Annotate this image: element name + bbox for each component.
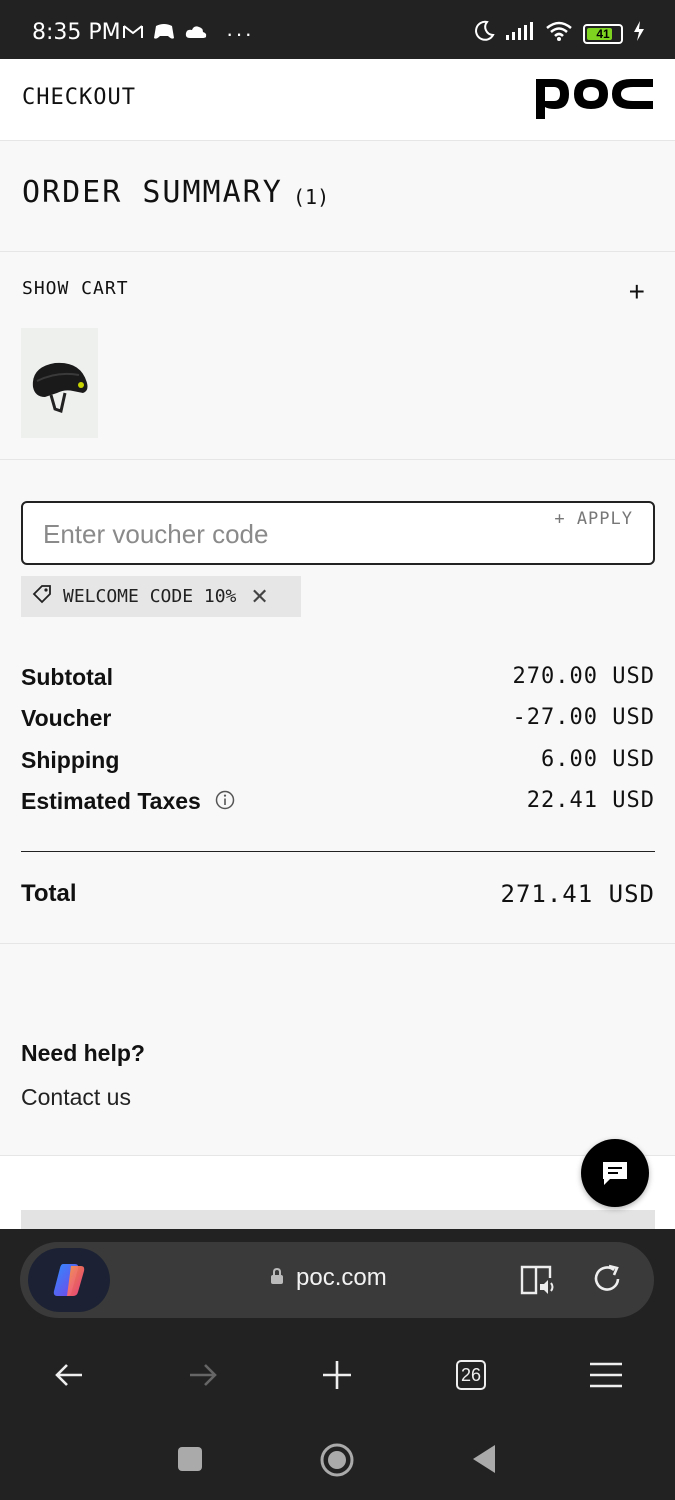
order-summary-section: ORDER SUMMARY (1) — [0, 141, 675, 252]
info-icon[interactable] — [215, 789, 235, 816]
tag-icon — [31, 583, 53, 610]
taxes-value: 22.41 USD — [526, 788, 655, 813]
recents-button[interactable] — [177, 1446, 203, 1477]
lock-icon — [270, 1264, 284, 1292]
subtotal-row: Subtotal 270.00 USD — [21, 660, 655, 696]
voucher-value: -27.00 USD — [512, 705, 655, 730]
subtotal-label: Subtotal — [21, 664, 113, 690]
new-tab-button[interactable] — [317, 1357, 357, 1393]
order-summary-title: ORDER SUMMARY — [22, 175, 283, 210]
poc-logo[interactable] — [533, 75, 655, 124]
square-icon — [178, 1447, 202, 1471]
helmet-icon — [32, 362, 87, 413]
taxes-label-wrap: Estimated Taxes — [21, 788, 235, 816]
remove-voucher-icon[interactable]: ✕ — [250, 584, 268, 610]
forward-button[interactable] — [183, 1357, 223, 1393]
expand-cart-icon[interactable]: + — [629, 276, 645, 308]
address-bar[interactable]: poc.com — [20, 1242, 654, 1318]
shipping-value: 6.00 USD — [541, 747, 655, 772]
url-display[interactable]: poc.com — [270, 1264, 387, 1292]
order-item-count: (1) — [293, 185, 330, 209]
more-icon: ··· — [226, 21, 254, 46]
signal-icon — [505, 21, 535, 46]
home-circle-icon — [320, 1443, 354, 1477]
status-icons-right: 41 — [473, 20, 645, 47]
plus-icon — [323, 1361, 351, 1389]
page-title: CHECKOUT — [22, 85, 136, 110]
system-back-button[interactable] — [471, 1444, 497, 1479]
totals-divider — [21, 851, 655, 852]
tabs-button[interactable]: 26 — [451, 1357, 491, 1393]
reload-icon[interactable] — [590, 1262, 624, 1301]
copilot-button[interactable] — [28, 1248, 110, 1312]
gmail-icon — [122, 23, 144, 46]
total-row: Total 271.41 USD — [21, 878, 655, 918]
hamburger-menu-icon — [590, 1362, 622, 1388]
applied-voucher-chip: WELCOME CODE 10% ✕ — [21, 576, 301, 617]
taxes-label: Estimated Taxes — [21, 788, 201, 814]
back-arrow-icon — [55, 1364, 82, 1386]
taxes-row: Estimated Taxes 22.41 USD — [21, 784, 655, 820]
triangle-back-icon — [473, 1445, 495, 1473]
status-icons-left: ··· — [122, 21, 254, 47]
browser-bottom-bar: poc.com 26 — [0, 1229, 675, 1500]
voucher-input[interactable] — [43, 517, 523, 551]
voucher-row: Voucher -27.00 USD — [21, 701, 655, 737]
battery-icon: 41 — [583, 23, 623, 44]
section-divider — [0, 943, 675, 944]
read-aloud-icon[interactable] — [520, 1264, 558, 1301]
url-text: poc.com — [296, 1264, 387, 1291]
shipping-label: Shipping — [21, 747, 120, 773]
help-title: Need help? — [21, 1040, 145, 1066]
menu-button[interactable] — [586, 1357, 626, 1393]
chat-icon — [603, 1162, 627, 1185]
cart-item-thumbnail — [21, 328, 98, 438]
show-cart-toggle[interactable]: SHOW CART — [22, 278, 129, 299]
status-bar: 8:35 PM ··· 41 — [0, 0, 675, 59]
voucher-label: Voucher — [21, 705, 112, 731]
voucher-field[interactable]: + APPLY — [21, 501, 655, 565]
footer-placeholder — [21, 1210, 655, 1229]
subtotal-value: 270.00 USD — [512, 664, 655, 689]
game-icon — [152, 22, 176, 47]
apply-voucher-button[interactable]: + APPLY — [554, 509, 633, 529]
forward-arrow-icon — [190, 1364, 217, 1386]
cloud-icon — [184, 24, 208, 45]
shipping-row: Shipping 6.00 USD — [21, 743, 655, 779]
status-time: 8:35 PM — [32, 20, 121, 45]
checkout-header: CHECKOUT — [0, 59, 675, 141]
browser-nav-row: 26 — [0, 1349, 675, 1399]
tab-count: 26 — [456, 1360, 486, 1390]
total-label: Total — [21, 880, 77, 907]
moon-icon — [473, 20, 495, 47]
cart-section: SHOW CART + — [0, 252, 675, 460]
applied-voucher-code: WELCOME CODE 10% — [63, 586, 237, 607]
wifi-icon — [545, 20, 573, 47]
contact-us-link[interactable]: Contact us — [21, 1084, 131, 1111]
back-button[interactable] — [49, 1357, 89, 1393]
charging-icon — [633, 21, 645, 46]
total-value: 271.41 USD — [500, 880, 655, 908]
home-button[interactable] — [319, 1442, 355, 1483]
system-nav-bar — [0, 1434, 675, 1484]
chat-button[interactable] — [581, 1139, 649, 1207]
copilot-icon — [53, 1264, 85, 1296]
